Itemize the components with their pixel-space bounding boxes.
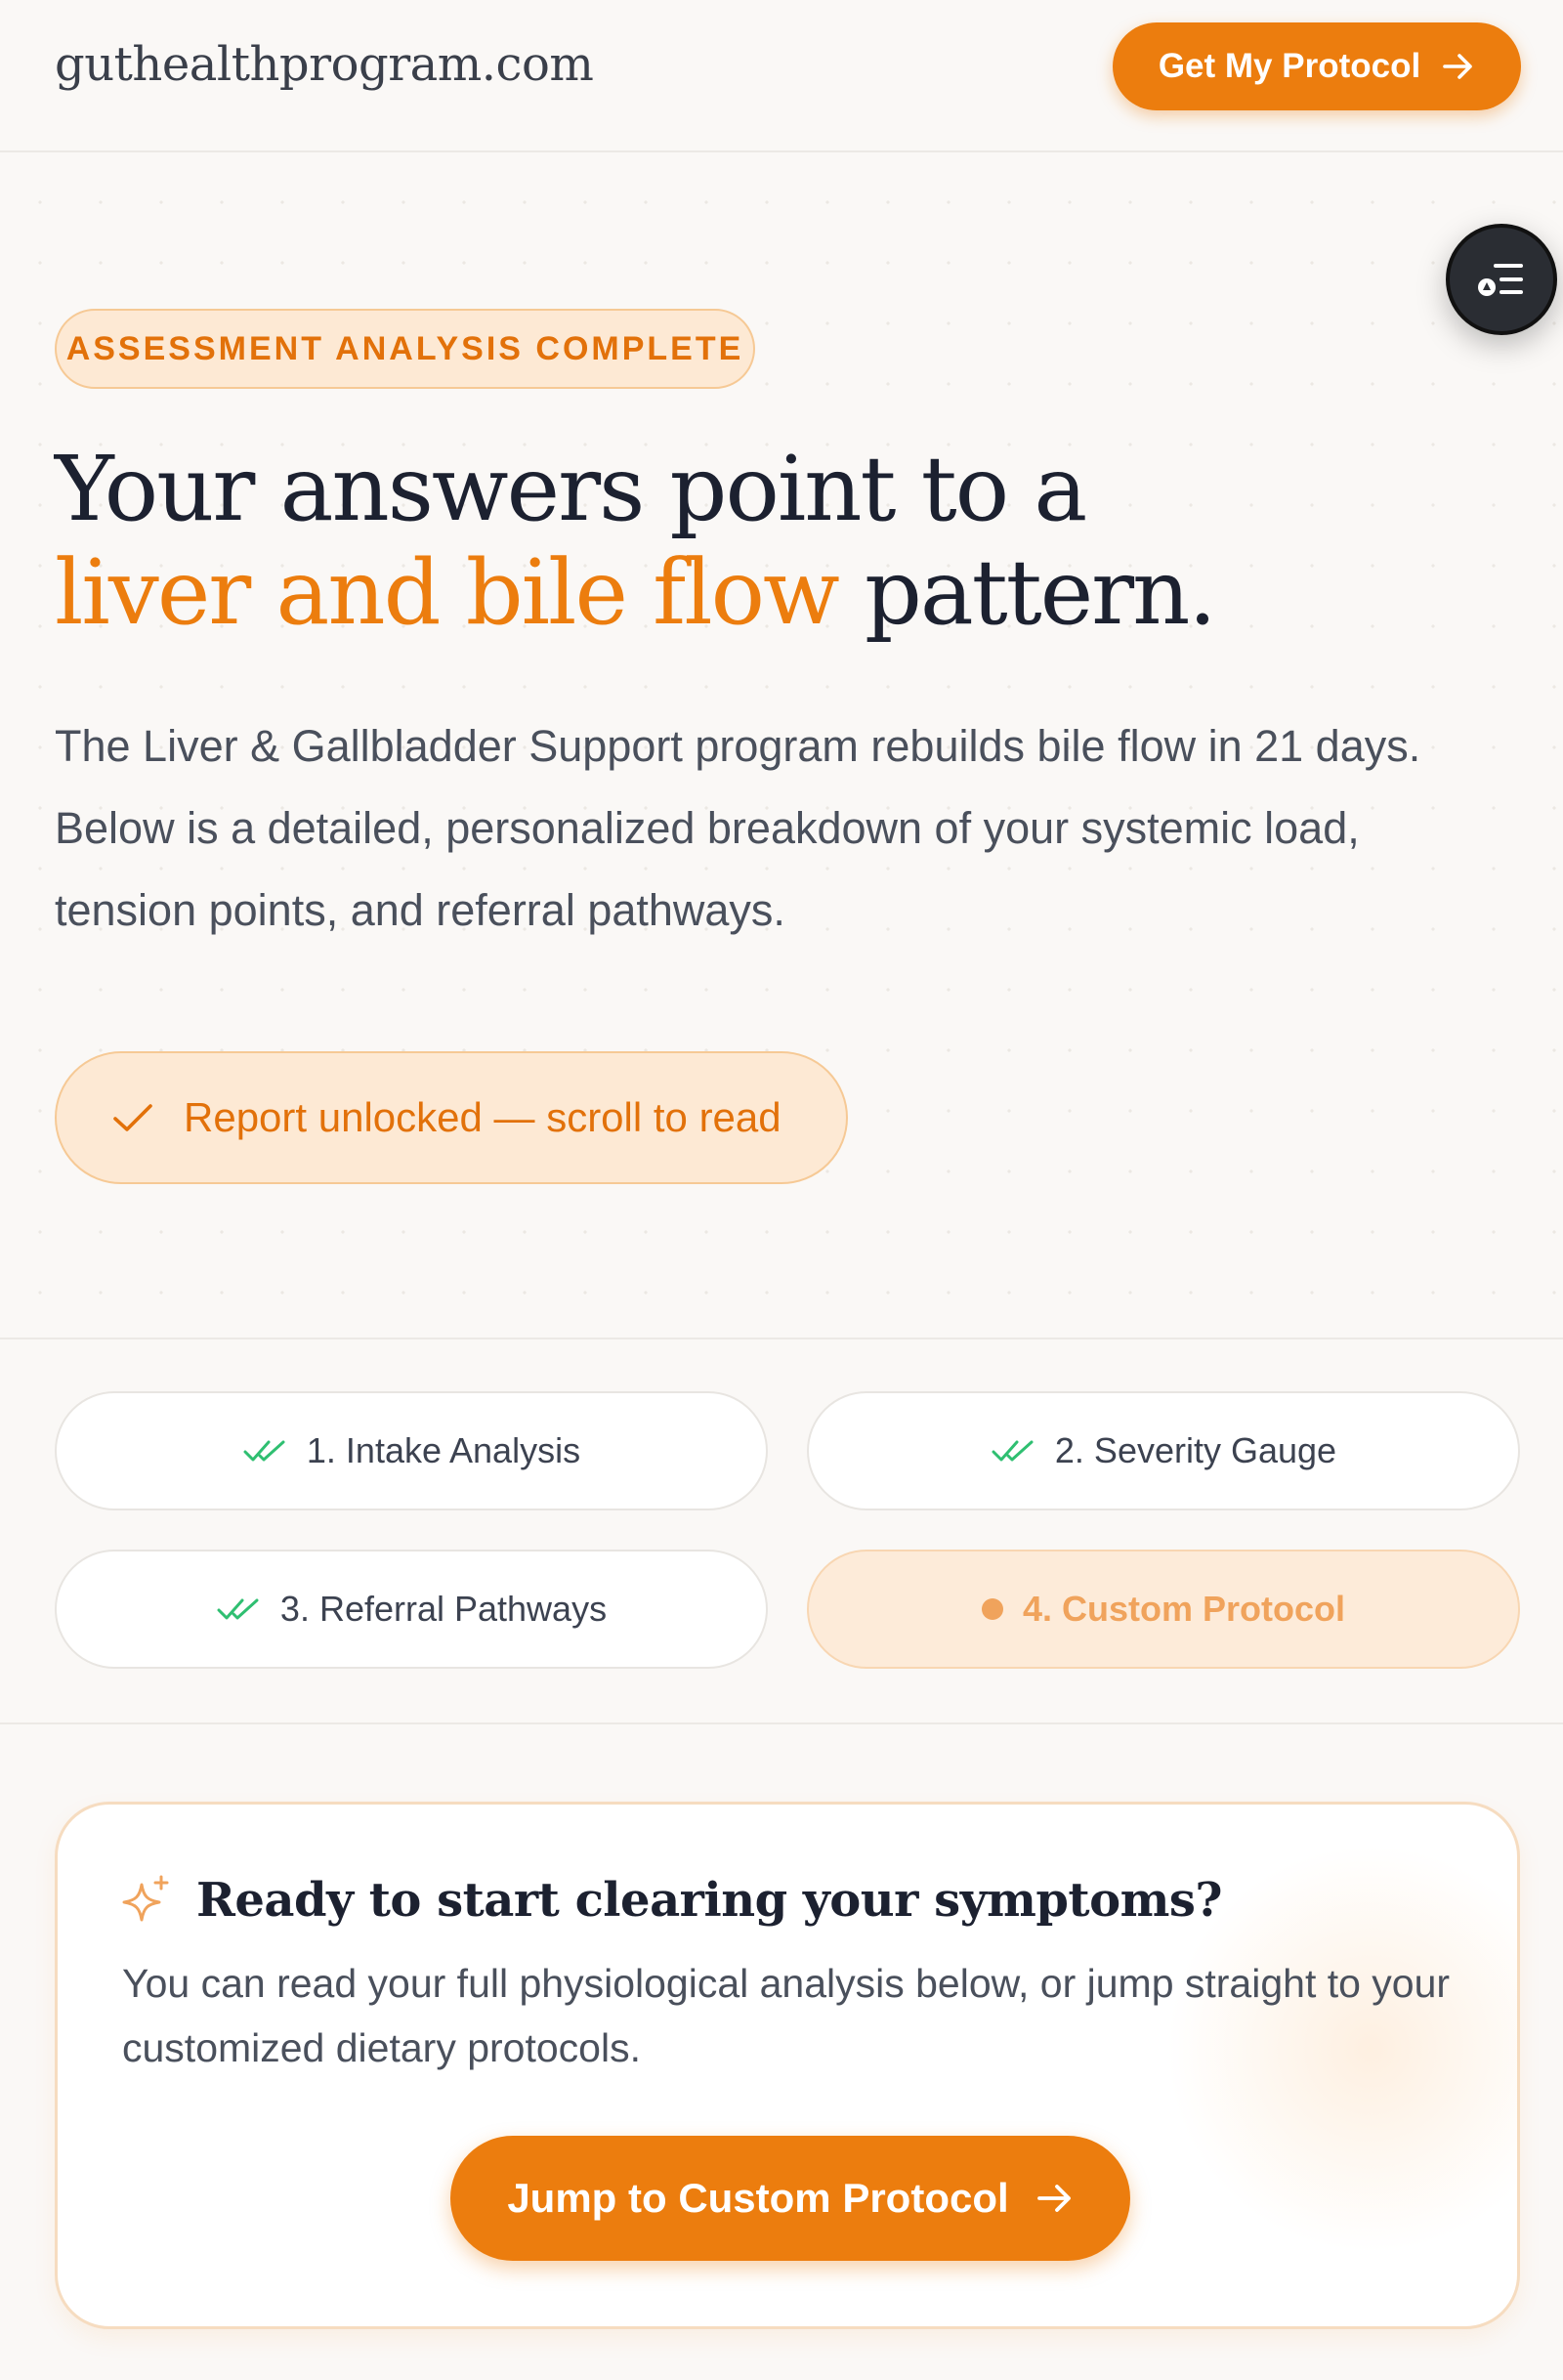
arrow-right-icon [1443, 54, 1472, 79]
step-intake-analysis[interactable]: 1. Intake Analysis [55, 1391, 768, 1510]
report-unlocked-label: Report unlocked — scroll to read [184, 1094, 782, 1140]
dot-icon [981, 1598, 1003, 1620]
sparkle-icon [122, 1875, 169, 1922]
double-check-icon [243, 1440, 285, 1462]
menu-list-icon [1478, 264, 1523, 296]
jump-to-custom-protocol-label: Jump to Custom Protocol [507, 2175, 1009, 2221]
check-icon [113, 1104, 152, 1131]
get-my-protocol-label: Get My Protocol [1158, 47, 1421, 85]
hero-title-accent: liver and bile flow [55, 540, 840, 645]
double-check-icon [217, 1598, 259, 1620]
report-unlocked-pill[interactable]: Report unlocked — scroll to read [55, 1051, 848, 1184]
arrow-right-icon [1036, 2185, 1071, 2212]
divider [0, 1722, 1563, 1724]
hero-title-line1: Your answers point to a [55, 437, 1087, 541]
assessment-complete-badge: ASSESSMENT ANALYSIS COMPLETE [55, 309, 755, 389]
jump-to-custom-protocol-button[interactable]: Jump to Custom Protocol [450, 2136, 1130, 2261]
site-name[interactable]: guthealthprogram.com [55, 37, 594, 92]
get-my-protocol-button[interactable]: Get My Protocol [1113, 22, 1521, 110]
step-label: 2. Severity Gauge [1054, 1430, 1337, 1470]
step-label: 1. Intake Analysis [306, 1430, 581, 1470]
cta-card: Ready to start clearing your symptoms? Y… [55, 1802, 1520, 2329]
step-label: 3. Referral Pathways [279, 1589, 608, 1629]
step-label: 4. Custom Protocol [1022, 1589, 1346, 1629]
divider [0, 1338, 1563, 1339]
hero-title: Your answers point to a liver and bile f… [55, 438, 1461, 645]
double-check-icon [992, 1440, 1034, 1462]
site-header: guthealthprogram.com Get My Protocol [0, 0, 1563, 152]
floating-menu-button[interactable] [1446, 224, 1557, 335]
card-title: Ready to start clearing your symptoms? [196, 1873, 1223, 1928]
card-title-row: Ready to start clearing your symptoms? [122, 1873, 1223, 1928]
hero-subtitle: The Liver & Gallbladder Support program … [55, 721, 1421, 935]
step-referral-pathways[interactable]: 3. Referral Pathways [55, 1550, 768, 1669]
card-body: You can read your full physiological ana… [122, 1961, 1451, 2070]
hero-title-tail: pattern. [837, 540, 1217, 645]
step-severity-gauge[interactable]: 2. Severity Gauge [807, 1391, 1520, 1510]
step-custom-protocol[interactable]: 4. Custom Protocol [807, 1550, 1520, 1669]
